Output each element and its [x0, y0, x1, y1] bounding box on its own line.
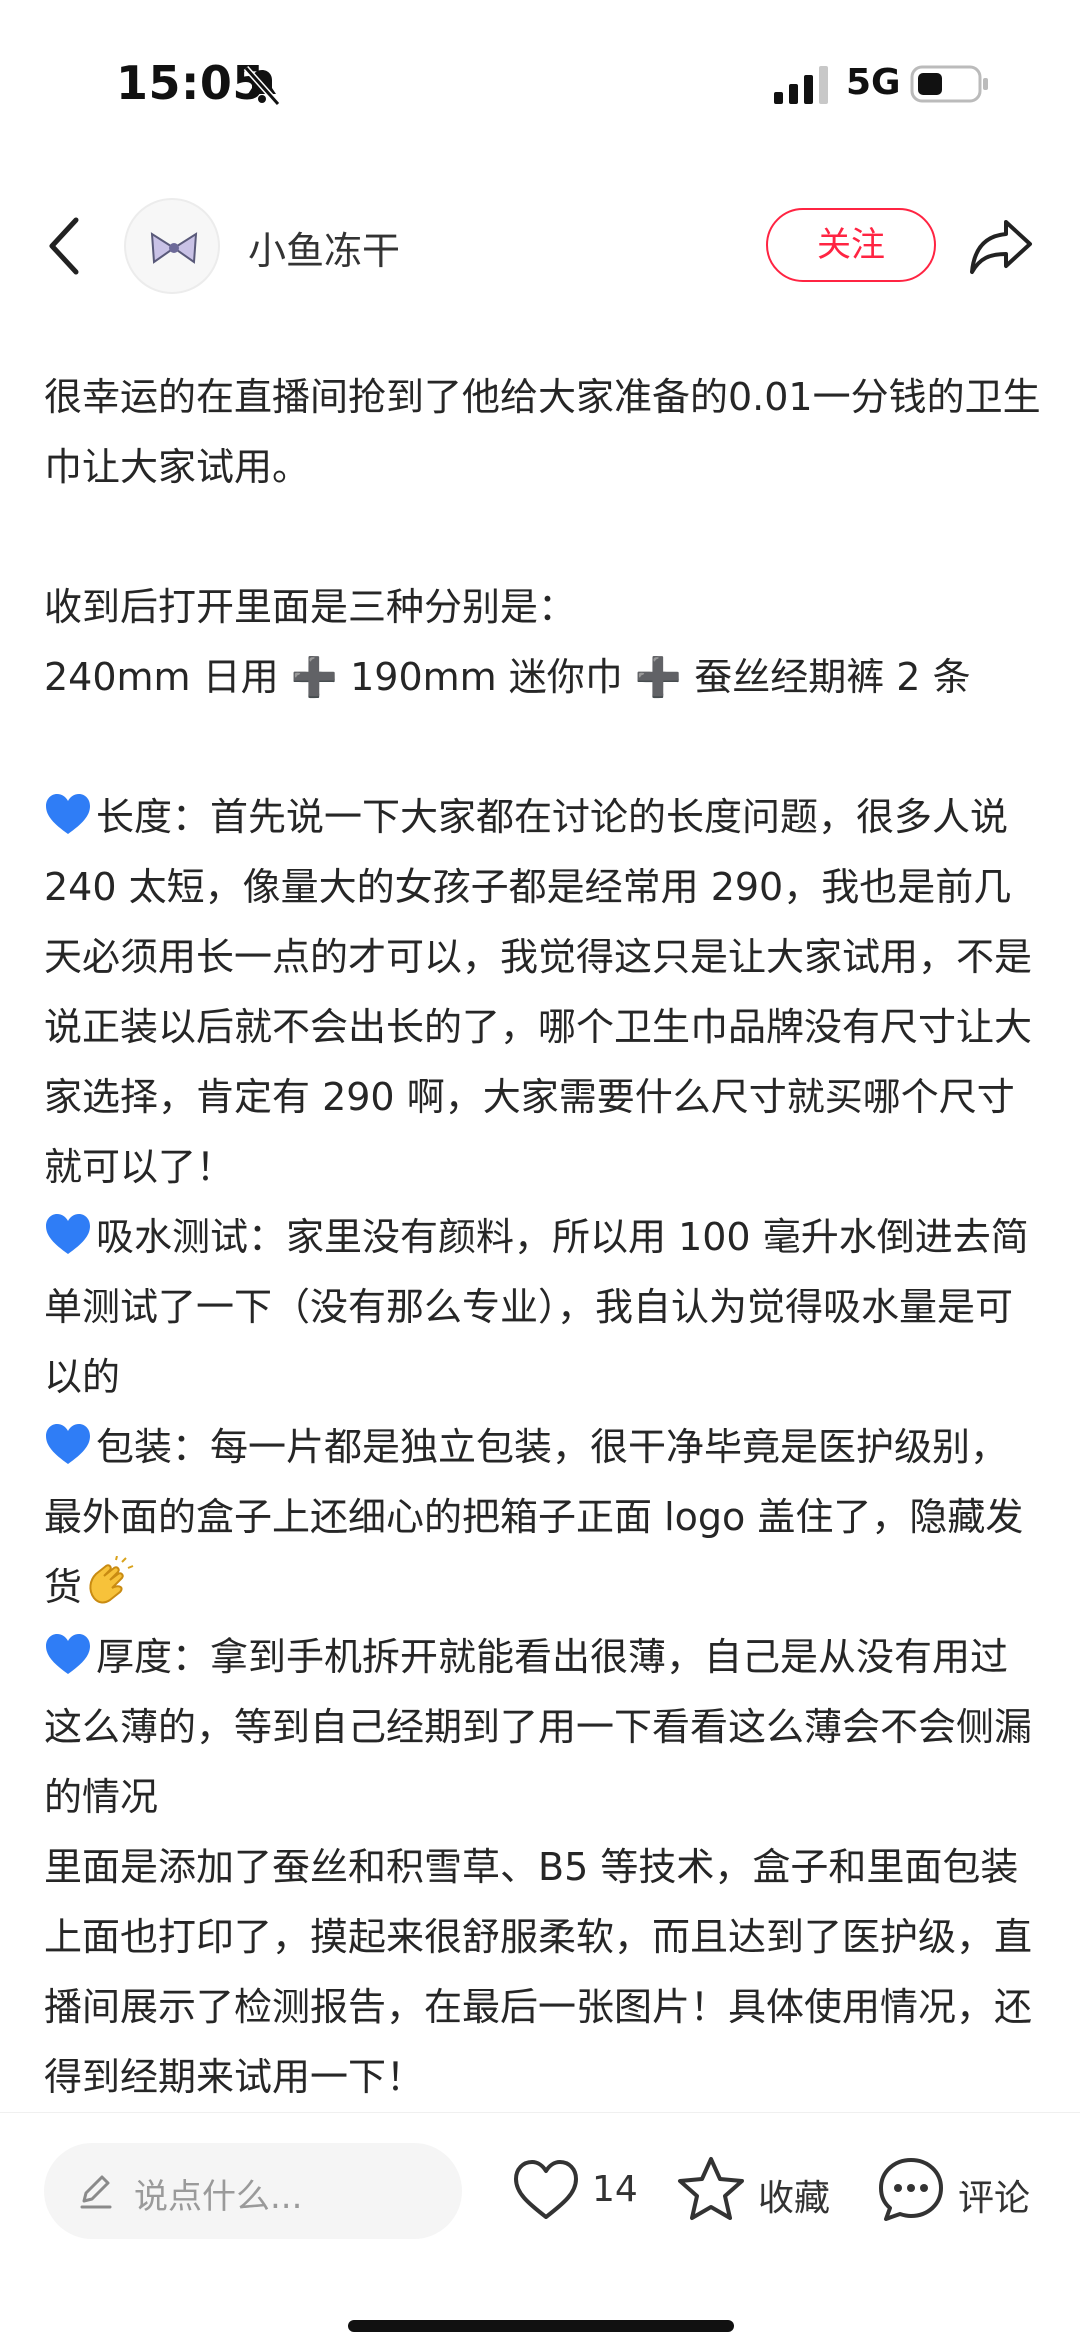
bow-icon	[150, 232, 198, 264]
blue-heart-icon	[46, 1634, 90, 1674]
clapping-hands-icon	[89, 1556, 134, 1604]
paragraph-length: 长度：首先说一下大家都在讨论的长度问题，很多人说 240 太短，像量大的女孩子都…	[44, 782, 1044, 1202]
paragraph-absorb: 吸水测试：家里没有颜料，所以用 100 毫升水倒进去简单测试了一下（没有那么专业…	[44, 1202, 1044, 1412]
comment-button[interactable]: 评论	[876, 2153, 1056, 2233]
post-body: 很幸运的在直播间抢到了他给大家准备的0.01一分钱的卫生巾让大家试用。 收到后打…	[44, 362, 1044, 2102]
follow-button[interactable]: 关注	[766, 208, 936, 282]
star-icon	[678, 2157, 744, 2220]
battery-icon	[910, 65, 988, 103]
comment-label: 评论	[958, 2178, 1031, 2219]
home-indicator[interactable]	[348, 2320, 734, 2332]
network-type: 5G	[846, 62, 901, 103]
collect-label: 收藏	[758, 2178, 831, 2219]
blue-heart-icon	[46, 1214, 90, 1254]
collect-button[interactable]: 收藏	[676, 2153, 846, 2233]
blue-heart-icon	[46, 1424, 90, 1464]
truncated-line: 很多人都在问这个卫生巾到底怎么样	[44, 322, 1044, 336]
comment-placeholder: 说点什么...	[134, 2177, 303, 2217]
post-content: 很多人都在问这个卫生巾到底怎么样 很幸运的在直播间抢到了他给大家准备的0.01一…	[44, 322, 1044, 2102]
nav-bar: 小鱼冻干 关注	[0, 190, 1080, 300]
blue-heart-icon	[46, 794, 90, 834]
paragraph-package: 包装：每一片都是独立包装，很干净毕竟是医护级别，最外面的盒子上还细心的把箱子正面…	[44, 1412, 1044, 1622]
comment-input[interactable]: 说点什么...	[44, 2143, 462, 2239]
paragraph: 收到后打开里面是三种分别是：	[44, 585, 577, 629]
paragraph: 240mm 日用 ➕ 190mm 迷你巾 ➕ 蚕丝经期裤 2 条	[44, 655, 971, 699]
heart-icon	[514, 2160, 578, 2219]
paragraph: 里面是添加了蚕丝和积雪草、B5 等技术，盒子和里面包装上面也打印了，摸起来很舒服…	[44, 1845, 1033, 2099]
like-button[interactable]: 14	[510, 2153, 650, 2233]
status-bar: 15:05 5G	[0, 0, 1080, 170]
bell-muted-icon	[243, 66, 281, 106]
author-name[interactable]: 小鱼冻干	[248, 220, 400, 275]
share-icon[interactable]	[968, 216, 1034, 276]
paragraph: 很幸运的在直播间抢到了他给大家准备的0.01一分钱的卫生巾让大家试用。	[44, 375, 1041, 489]
avatar[interactable]	[124, 198, 220, 294]
paragraph-thickness: 厚度：拿到手机拆开就能看出很薄，自己是从没有用过这么薄的，等到自己经期到了用一下…	[44, 1622, 1044, 1832]
like-count: 14	[592, 2169, 638, 2210]
pencil-icon	[80, 2175, 112, 2209]
bottom-action-bar: 说点什么... 14 收藏 评论	[0, 2112, 1080, 2349]
signal-icon	[774, 66, 828, 104]
chat-bubble-icon	[879, 2158, 943, 2221]
back-icon[interactable]	[38, 212, 94, 280]
